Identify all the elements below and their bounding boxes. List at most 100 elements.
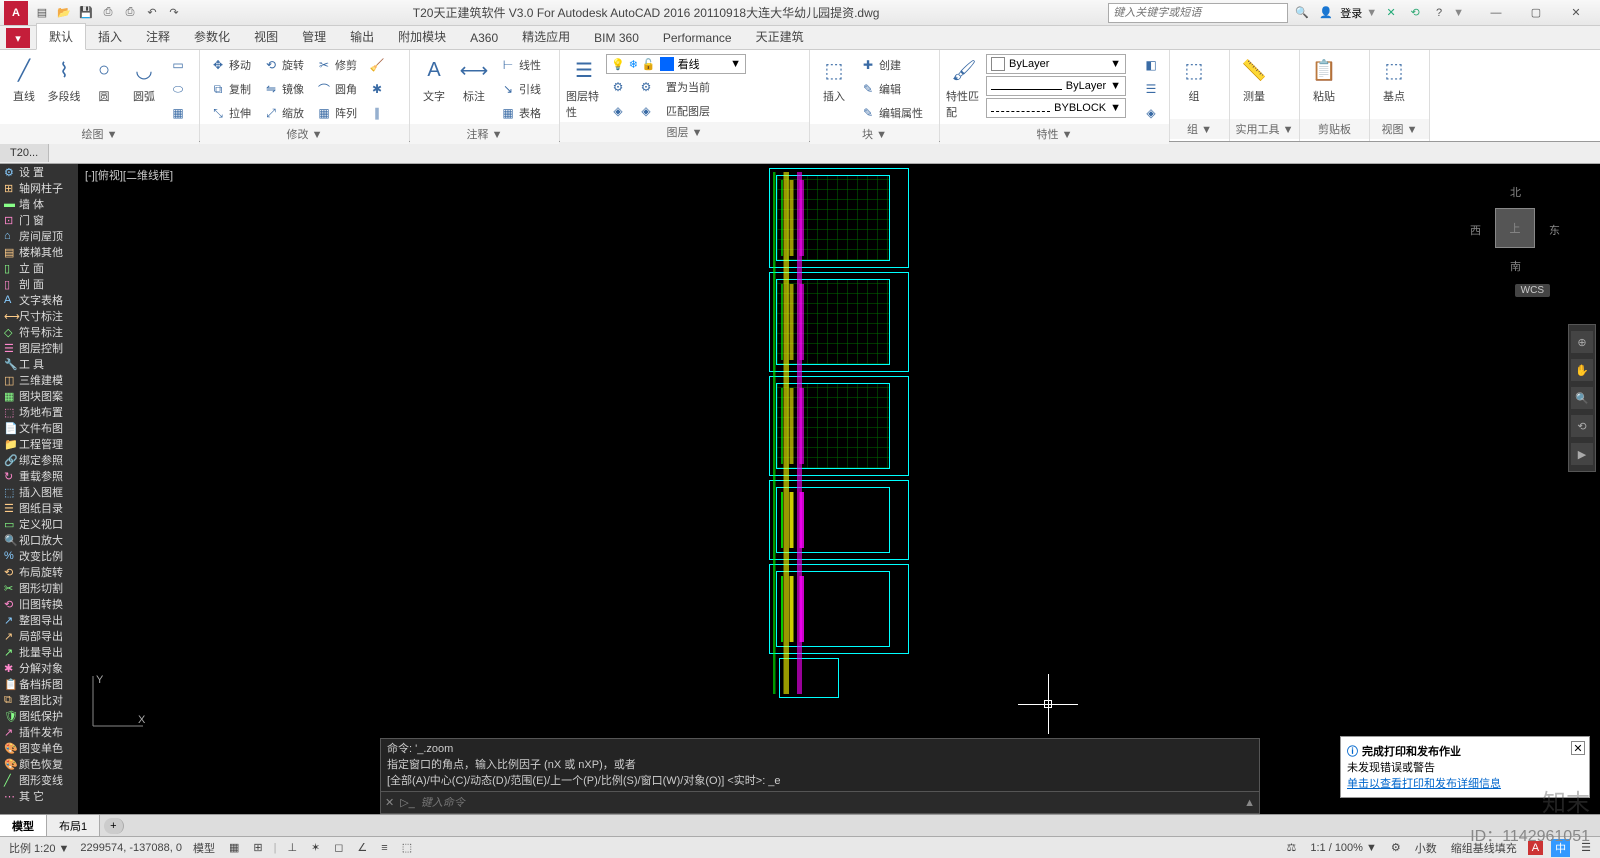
line-button[interactable]: ╱直线 bbox=[6, 54, 42, 104]
drawing-canvas[interactable]: [-][俯视][二维线框] 北 南 东 西 上 WCS ⊕ ✋ 🔍 ⟲ ▶ bbox=[78, 164, 1600, 814]
qat-print-icon[interactable]: ⎙ bbox=[120, 3, 140, 23]
lwt-icon[interactable]: ≡ bbox=[378, 842, 390, 854]
panel-group-title[interactable]: 组 ▼ bbox=[1170, 119, 1229, 139]
pan-icon[interactable]: ✋ bbox=[1571, 359, 1593, 381]
panel-prop-title[interactable]: 特性 ▼ bbox=[940, 124, 1169, 144]
t20-item-6[interactable]: ▯立 面 bbox=[0, 260, 78, 276]
create-block-button[interactable]: ✚创建 bbox=[856, 54, 927, 76]
panel-util-title[interactable]: 实用工具 ▼ bbox=[1230, 119, 1299, 139]
tab-output[interactable]: 输出 bbox=[338, 24, 386, 49]
rotate-button[interactable]: ⟲旋转 bbox=[259, 54, 308, 76]
t20-item-35[interactable]: ↗插件发布 bbox=[0, 724, 78, 740]
explode-icon[interactable]: ✱ bbox=[365, 78, 389, 100]
tab-featured[interactable]: 精选应用 bbox=[510, 24, 582, 49]
t20-item-9[interactable]: ⟷尺寸标注 bbox=[0, 308, 78, 324]
insert-button[interactable]: ⬚插入 bbox=[816, 54, 852, 104]
t20-item-14[interactable]: ▦图块图案 bbox=[0, 388, 78, 404]
orbit-icon[interactable]: ⟲ bbox=[1571, 415, 1593, 437]
t20-item-31[interactable]: ✱分解对象 bbox=[0, 660, 78, 676]
t20-item-36[interactable]: 🎨图变单色 bbox=[0, 740, 78, 756]
t20-item-7[interactable]: ▯剖 面 bbox=[0, 276, 78, 292]
wcs-label[interactable]: WCS bbox=[1515, 284, 1550, 297]
stretch-button[interactable]: ⤡拉伸 bbox=[206, 102, 255, 124]
cmd-close-icon[interactable]: ✕ bbox=[385, 796, 394, 809]
t20-item-16[interactable]: 📄文件布图 bbox=[0, 420, 78, 436]
minimize-button[interactable]: — bbox=[1476, 0, 1516, 26]
offset-icon[interactable]: ∥ bbox=[365, 102, 389, 124]
stayconnected-icon[interactable]: ⟲ bbox=[1405, 3, 1425, 23]
rect-icon[interactable]: ▭ bbox=[166, 54, 190, 76]
panel-layer-title[interactable]: 图层 ▼ bbox=[560, 122, 809, 142]
t20-item-1[interactable]: ⊞轴网柱子 bbox=[0, 180, 78, 196]
viewport-label[interactable]: [-][俯视][二维线框] bbox=[82, 166, 176, 184]
t20-item-39[interactable]: ⋯其 它 bbox=[0, 788, 78, 804]
gear-icon[interactable]: ⚙ bbox=[1388, 841, 1404, 854]
matchlayer-button[interactable]: 匹配图层 bbox=[662, 100, 714, 122]
help-icon[interactable]: ? bbox=[1429, 3, 1449, 23]
text-button[interactable]: A文字 bbox=[416, 54, 452, 104]
tab-a360[interactable]: A360 bbox=[458, 27, 510, 49]
t20-item-30[interactable]: ↗批量导出 bbox=[0, 644, 78, 660]
prop-icon1[interactable]: ◧ bbox=[1139, 54, 1163, 76]
qat-redo-icon[interactable]: ↷ bbox=[164, 3, 184, 23]
t20-item-8[interactable]: A文字表格 bbox=[0, 292, 78, 308]
tab-view[interactable]: 视图 bbox=[242, 24, 290, 49]
osnap-icon[interactable]: ◻ bbox=[331, 841, 346, 854]
color-dropdown[interactable]: ByLayer▼ bbox=[986, 54, 1126, 74]
tab-addins[interactable]: 附加模块 bbox=[386, 24, 458, 49]
ortho-icon[interactable]: ⊥ bbox=[284, 841, 300, 854]
balloon-close-button[interactable]: ✕ bbox=[1571, 741, 1585, 755]
t20-item-17[interactable]: 📁工程管理 bbox=[0, 436, 78, 452]
t20-item-0[interactable]: ⚙设 置 bbox=[0, 164, 78, 180]
t20-item-11[interactable]: ☰图层控制 bbox=[0, 340, 78, 356]
t20-item-10[interactable]: ◇符号标注 bbox=[0, 324, 78, 340]
tab-bim360[interactable]: BIM 360 bbox=[582, 27, 651, 49]
t20-item-28[interactable]: ↗整图导出 bbox=[0, 612, 78, 628]
arc-button[interactable]: ◡圆弧 bbox=[126, 54, 162, 104]
search-input[interactable] bbox=[1108, 3, 1288, 23]
polar-icon[interactable]: ✶ bbox=[308, 841, 323, 854]
qat-undo-icon[interactable]: ↶ bbox=[142, 3, 162, 23]
mirror-button[interactable]: ⇋镜像 bbox=[259, 78, 308, 100]
panel-modify-title[interactable]: 修改 ▼ bbox=[200, 124, 409, 144]
setcurrent-button[interactable]: 置为当前 bbox=[662, 76, 714, 98]
t20-item-23[interactable]: 🔍视口放大 bbox=[0, 532, 78, 548]
command-input[interactable] bbox=[421, 797, 1238, 809]
login-label[interactable]: 登录 bbox=[1340, 5, 1362, 21]
view-cube[interactable]: 北 南 东 西 上 bbox=[1470, 184, 1560, 274]
command-window[interactable]: 命令: '_.zoom 指定窗口的角点，输入比例因子 (nX 或 nXP)，或者… bbox=[380, 738, 1260, 814]
hatch-icon[interactable]: ▦ bbox=[166, 102, 190, 124]
t20-item-21[interactable]: ☰图纸目录 bbox=[0, 500, 78, 516]
t20-item-5[interactable]: ▤楼梯其他 bbox=[0, 244, 78, 260]
table-button[interactable]: ▦表格 bbox=[496, 102, 545, 124]
t20-item-15[interactable]: ⬚场地布置 bbox=[0, 404, 78, 420]
app-icon[interactable]: A bbox=[4, 1, 28, 25]
copy-button[interactable]: ⧉复制 bbox=[206, 78, 255, 100]
signin-icon[interactable]: 👤 bbox=[1316, 3, 1336, 23]
move-button[interactable]: ✥移动 bbox=[206, 54, 255, 76]
annoscale-icon[interactable]: ⚖ bbox=[1283, 841, 1299, 854]
basepoint-button[interactable]: ⬚基点 bbox=[1376, 54, 1412, 104]
t20-item-24[interactable]: %改变比例 bbox=[0, 548, 78, 564]
t20-item-18[interactable]: 🔗绑定参照 bbox=[0, 452, 78, 468]
tab-manage[interactable]: 管理 bbox=[290, 24, 338, 49]
t20-item-13[interactable]: ◫三维建模 bbox=[0, 372, 78, 388]
t20-item-20[interactable]: ⬚插入图框 bbox=[0, 484, 78, 500]
qat-new-icon[interactable]: ▤ bbox=[32, 3, 52, 23]
ellipse-icon[interactable]: ⬭ bbox=[166, 78, 190, 100]
tab-annotate[interactable]: 注释 bbox=[134, 24, 182, 49]
layerprops-button[interactable]: ☰图层特性 bbox=[566, 54, 602, 120]
t20-item-33[interactable]: ⧉整图比对 bbox=[0, 692, 78, 708]
status-annoscale[interactable]: 1:1 / 100% ▼ bbox=[1307, 842, 1380, 854]
qat-save-icon[interactable]: 💾 bbox=[76, 3, 96, 23]
scale-button[interactable]: ⤢缩放 bbox=[259, 102, 308, 124]
panel-clip-title[interactable]: 剪贴板 bbox=[1300, 119, 1369, 139]
panel-draw-title[interactable]: 绘图 ▼ bbox=[0, 124, 199, 144]
t20-item-12[interactable]: 🔧工 具 bbox=[0, 356, 78, 372]
erase-icon[interactable]: 🧹 bbox=[365, 54, 389, 76]
maximize-button[interactable]: ▢ bbox=[1516, 0, 1556, 26]
paste-button[interactable]: 📋粘贴 bbox=[1306, 54, 1342, 104]
tab-parametric[interactable]: 参数化 bbox=[182, 24, 242, 49]
prop-icon3[interactable]: ◈ bbox=[1139, 102, 1163, 124]
fillet-button[interactable]: ⌒圆角 bbox=[312, 78, 361, 100]
